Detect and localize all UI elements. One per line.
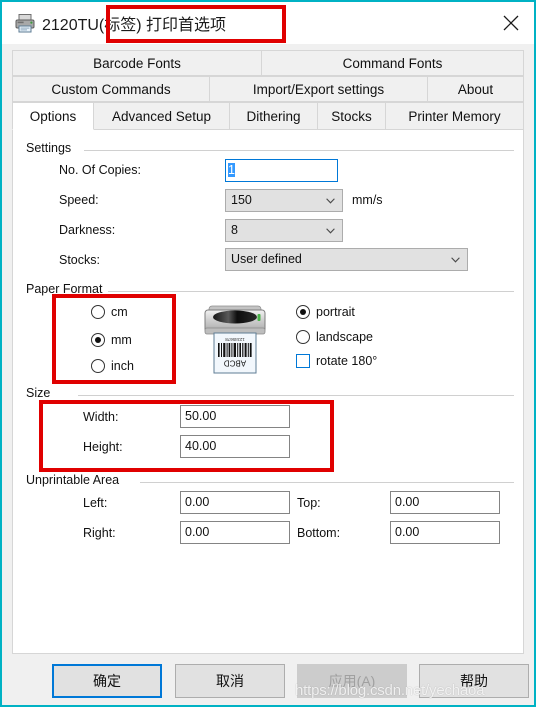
left-margin-value: 0.00 [185,495,210,509]
height-input[interactable]: 40.00 [180,435,290,458]
orientation-radio-landscape[interactable]: landscape [290,330,373,344]
unit-radio-cm-label: cm [111,305,128,319]
unit-radio-inch-label: inch [111,359,134,373]
unprintable-area-group: Unprintable Area [26,473,514,487]
help-button[interactable]: 帮助 [419,664,529,698]
stocks-label: Stocks: [59,253,100,267]
unit-radio-inch[interactable]: inch [85,359,134,373]
unit-radio-mm-label: mm [111,333,132,347]
right-margin-input[interactable]: 0.00 [180,521,290,544]
rotate-180-label: rotate 180° [316,354,378,368]
print-preferences-window: 2120TU(标签) 打印首选项 Barcode Fonts Command F… [0,0,536,707]
darkness-select[interactable]: 8 [225,219,343,242]
tab-options[interactable]: Options [12,102,94,130]
tab-advanced-setup[interactable]: Advanced Setup [94,102,230,130]
darkness-select-value: 8 [231,223,238,237]
tab-custom-commands[interactable]: Custom Commands [12,76,210,102]
copies-label: No. Of Copies: [59,163,141,177]
radio-portrait-indicator [296,305,310,319]
printer-label-preview-icon: 12345678 ABCD [199,300,271,380]
title-bar: 2120TU(标签) 打印首选项 [2,2,534,44]
tab-row-3: Options Advanced Setup Dithering Stocks … [12,102,524,130]
radio-mm-indicator [91,333,105,347]
paper-format-group-label: Paper Format [26,282,109,296]
window-title: 2120TU(标签) 打印首选项 [42,17,227,34]
svg-text:12345678: 12345678 [225,337,245,342]
top-margin-input[interactable]: 0.00 [390,491,500,514]
ok-button[interactable]: 确定 [52,664,162,698]
tab-stocks[interactable]: Stocks [318,102,386,130]
unprintable-area-group-label: Unprintable Area [26,473,126,487]
unit-radio-mm[interactable]: mm [85,333,132,347]
tab-barcode-fonts[interactable]: Barcode Fonts [12,50,262,76]
copies-input-value: 1 [228,163,235,177]
paper-format-group-divider [108,291,514,292]
right-margin-label: Right: [83,526,116,540]
rotate-180-checkbox[interactable]: rotate 180° [290,354,377,368]
tab-command-fonts[interactable]: Command Fonts [262,50,524,76]
speed-select[interactable]: 150 [225,189,343,212]
settings-group: Settings [26,141,514,155]
unit-radio-cm[interactable]: cm [85,305,128,319]
orientation-radio-landscape-label: landscape [316,330,373,344]
width-input-value: 50.00 [185,409,217,423]
chevron-down-icon [326,228,335,234]
tab-row-1: Barcode Fonts Command Fonts [12,50,524,76]
chevron-down-icon [451,257,460,263]
darkness-label: Darkness: [59,223,116,237]
speed-label: Speed: [59,193,99,207]
paper-format-group: Paper Format [26,282,514,296]
width-input[interactable]: 50.00 [180,405,290,428]
size-group-label: Size [26,386,57,400]
stocks-select-value: User defined [231,252,302,266]
orientation-radio-portrait[interactable]: portrait [290,305,355,319]
speed-select-value: 150 [231,193,252,207]
tab-strip: Barcode Fonts Command Fonts Custom Comma… [12,50,524,130]
stocks-select[interactable]: User defined [225,248,468,271]
tab-printer-memory[interactable]: Printer Memory [386,102,524,130]
speed-unit-label: mm/s [352,193,383,207]
left-margin-input[interactable]: 0.00 [180,491,290,514]
left-margin-label: Left: [83,496,108,510]
radio-inch-indicator [91,359,105,373]
bottom-margin-input[interactable]: 0.00 [390,521,500,544]
top-margin-value: 0.00 [395,495,420,509]
size-group: Size [26,386,514,400]
size-group-divider [78,395,514,396]
close-icon[interactable] [488,2,534,42]
radio-landscape-indicator [296,330,310,344]
printer-icon [14,12,36,34]
right-margin-value: 0.00 [185,525,210,539]
tab-dithering[interactable]: Dithering [230,102,318,130]
cancel-button[interactable]: 取消 [175,664,285,698]
radio-cm-indicator [91,305,105,319]
width-label: Width: [83,410,119,424]
chevron-down-icon [326,198,335,204]
tab-row-2: Custom Commands Import/Export settings A… [12,76,524,102]
unprintable-area-group-divider [140,482,514,483]
settings-group-label: Settings [26,141,78,155]
height-label: Height: [83,440,123,454]
copies-input[interactable]: 1 [225,159,338,182]
tab-import-export-settings[interactable]: Import/Export settings [210,76,428,102]
height-input-value: 40.00 [185,439,217,453]
tab-about[interactable]: About [428,76,524,102]
apply-button: 应用(A) [297,664,407,698]
checkbox-rotate-indicator [296,354,310,368]
bottom-margin-value: 0.00 [395,525,420,539]
top-margin-label: Top: [297,496,321,510]
svg-text:ABCD: ABCD [224,358,246,367]
settings-group-divider [84,150,514,151]
orientation-radio-portrait-label: portrait [316,305,355,319]
bottom-margin-label: Bottom: [297,526,341,540]
